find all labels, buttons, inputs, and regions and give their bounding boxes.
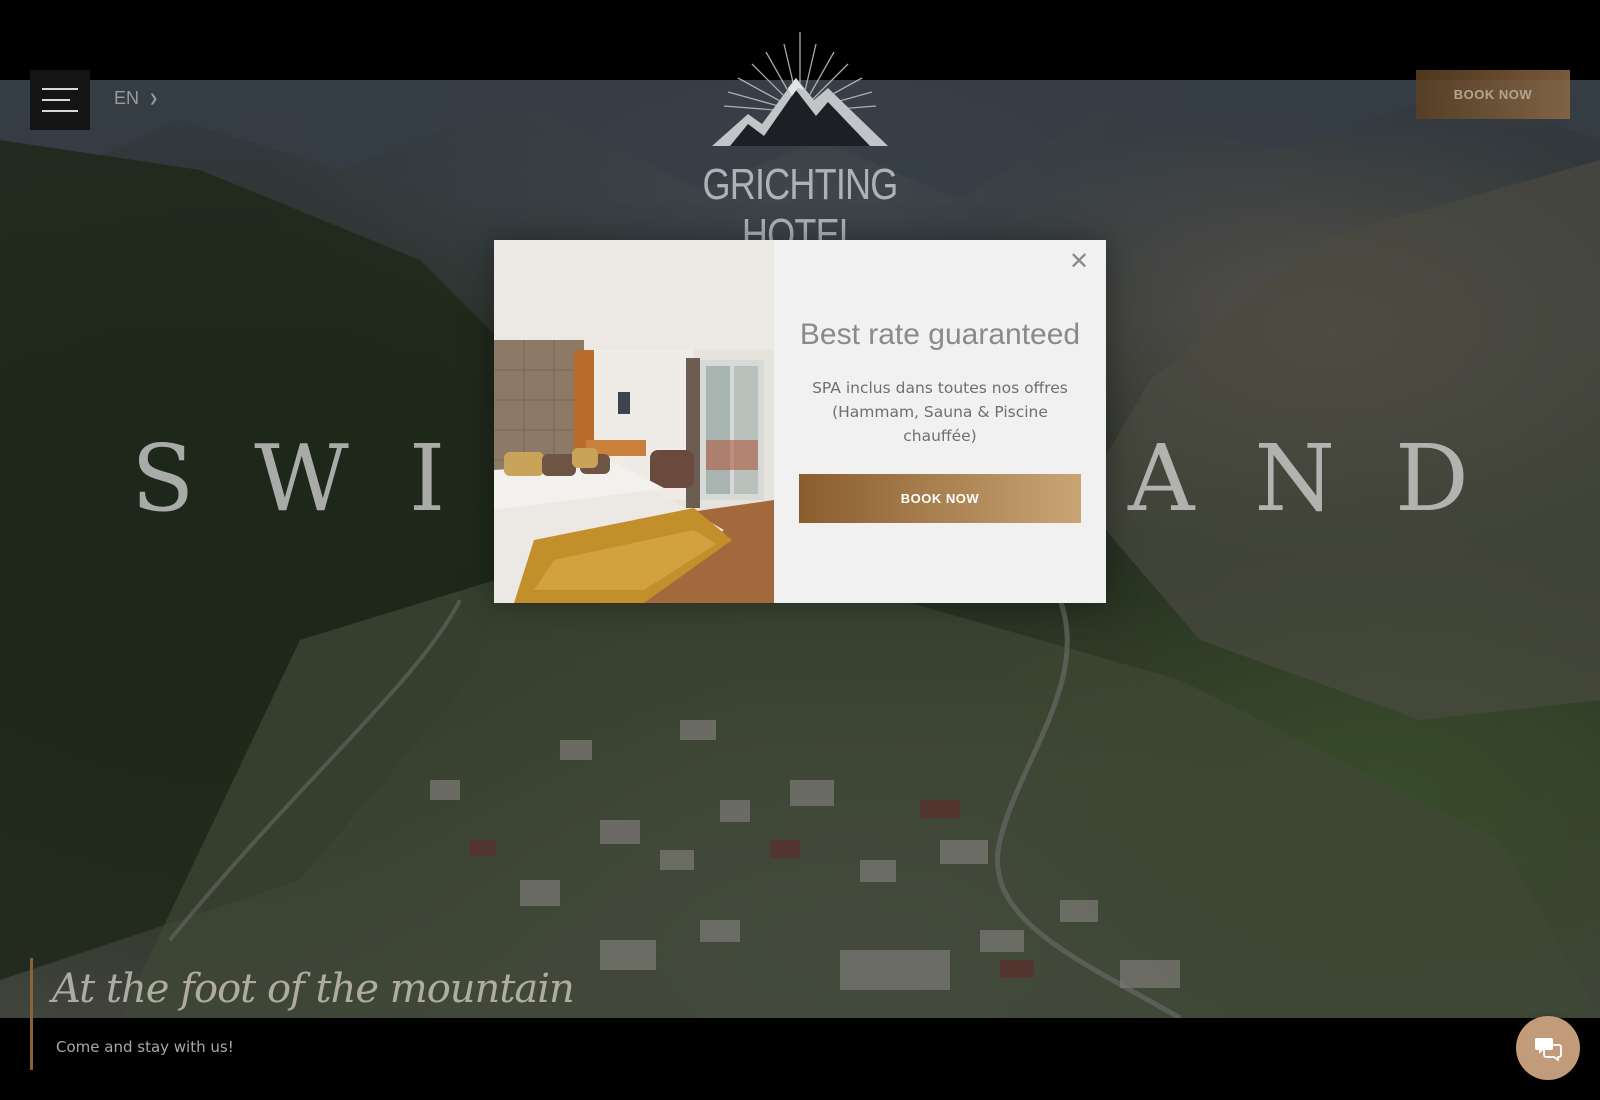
promo-modal: ✕ Best rate guaranteed SPA inclus dans t…: [494, 240, 1106, 603]
hotel-room-image: [494, 240, 774, 603]
tagline-script: At the foot of the mountain: [52, 966, 575, 1012]
tagline-accent-bar: [30, 958, 33, 1070]
modal-book-now-button[interactable]: BOOK NOW: [799, 474, 1081, 523]
chat-button[interactable]: [1516, 1016, 1580, 1080]
menu-button[interactable]: [30, 70, 90, 130]
bedroom-photo: [494, 240, 774, 603]
mountain-sunburst-logo: [712, 32, 888, 146]
hamburger-menu-icon: [42, 88, 78, 90]
language-label: EN: [114, 88, 140, 108]
language-selector[interactable]: EN ❯: [114, 88, 158, 109]
chevron-down-icon: ❯: [149, 93, 159, 105]
hotel-logo[interactable]: GRICHTING HOTEL: [660, 30, 940, 259]
modal-heading: Best rate guaranteed: [799, 318, 1081, 351]
close-icon[interactable]: ✕: [1068, 248, 1090, 274]
tagline-subtitle: Come and stay with us!: [56, 1038, 234, 1056]
hamburger-menu-icon-line: [42, 99, 70, 101]
chat-bubbles-icon: [1535, 1038, 1562, 1062]
header-book-now-button[interactable]: BOOK NOW: [1416, 70, 1570, 119]
modal-description: SPA inclus dans toutes nos offres (Hamma…: [812, 379, 1068, 445]
hamburger-menu-icon-line: [42, 110, 78, 112]
